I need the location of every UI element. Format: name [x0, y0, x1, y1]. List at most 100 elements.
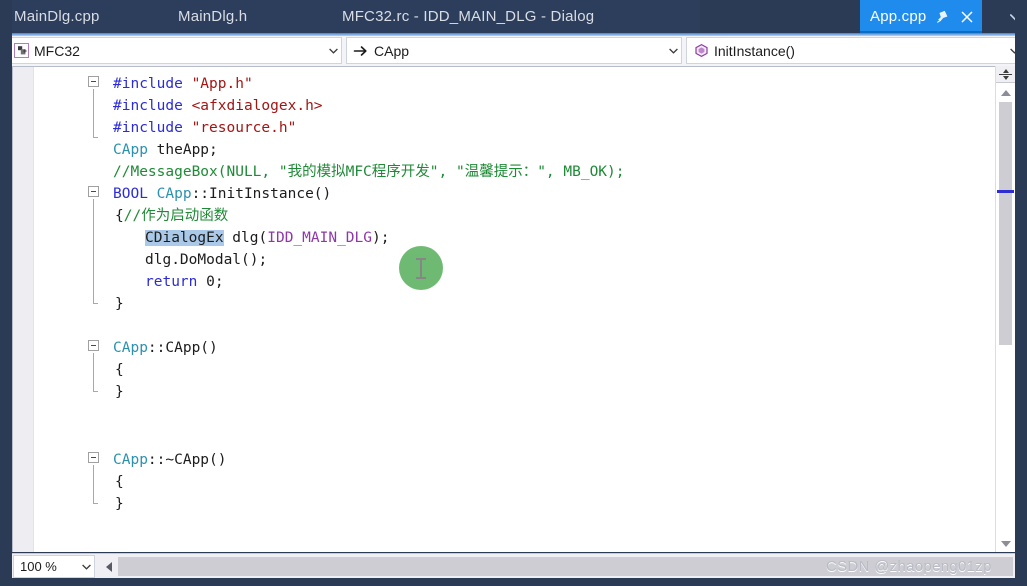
navigation-bar: MFC32 CApp InitInstance() [0, 36, 1027, 66]
project-selector-combobox[interactable]: MFC32 [6, 37, 342, 64]
code-line: CApp::CApp() [113, 337, 218, 359]
code-line: { [115, 359, 124, 381]
code-token: #include [113, 120, 192, 136]
code-token: } [115, 296, 124, 312]
tab-mfc32-rc-dialog[interactable]: MFC32.rc - IDD_MAIN_DLG - Dialog [342, 0, 594, 33]
code-line: //MessageBox(NULL, "我的模拟MFC程序开发", "温馨提示：… [113, 161, 625, 183]
code-token: "App.h" [191, 76, 253, 92]
tab-app-cpp[interactable]: App.cpp [860, 0, 983, 33]
tab-maindlg-cpp[interactable]: MainDlg.cpp [14, 0, 100, 33]
code-token: ::~CApp() [147, 452, 227, 468]
outlining-bracket-foot [93, 137, 98, 138]
zoom-level-combobox[interactable]: 100 % [13, 555, 95, 578]
code-line: } [115, 293, 124, 315]
code-token: IDD_MAIN_DLG [267, 230, 372, 246]
code-token: BOOL [113, 186, 157, 202]
code-token: return [145, 274, 198, 290]
code-token: dlg( [223, 230, 268, 246]
arrow-left-icon[interactable] [100, 557, 117, 576]
code-line: dlg.DoModal(); [145, 249, 267, 271]
project-icon [10, 43, 32, 58]
editor-tab-strip: MainDlg.cpp MainDlg.h MFC32.rc - IDD_MAI… [0, 0, 1027, 36]
code-line: #include "App.h" [113, 73, 253, 95]
code-line: {//作为启动函数 [115, 205, 228, 227]
editor-vertical-scrollbar[interactable] [995, 66, 1015, 552]
code-line: CApp::~CApp() [113, 449, 227, 471]
code-token: { [115, 208, 124, 224]
tab-maindlg-h[interactable]: MainDlg.h [178, 0, 247, 33]
outlining-bracket-foot [93, 303, 98, 304]
code-token: CApp [113, 142, 148, 158]
code-editor[interactable]: #include "App.h" #include <afxdialogex.h>… [12, 66, 1015, 552]
window-edge-bottom [0, 578, 1027, 586]
code-token: { [115, 362, 124, 378]
code-token: 0; [197, 274, 224, 290]
selected-token: CDialogEx [145, 230, 224, 246]
scroll-position-marker [997, 190, 1014, 193]
class-selector-value: CApp [374, 42, 410, 59]
watermark: CSDN @zhaopeng01zp [826, 558, 992, 575]
outlining-collapse-icon[interactable] [88, 452, 99, 463]
code-line: return 0; [145, 271, 224, 293]
code-line: } [115, 381, 124, 403]
code-line: CApp theApp; [113, 139, 218, 161]
code-token: } [115, 384, 124, 400]
code-token: //作为启动函数 [123, 208, 229, 224]
chevron-down-icon[interactable] [78, 564, 94, 570]
code-token: #include [113, 98, 192, 114]
outlining-bracket [93, 89, 94, 137]
code-token: ::InitInstance() [191, 186, 332, 202]
code-token: //MessageBox(NULL, "我的模拟MFC程序开发", "温馨提示：… [113, 164, 625, 180]
mouse-cursor-highlight [399, 246, 443, 290]
visual-studio-window: MainDlg.cpp MainDlg.h MFC32.rc - IDD_MAI… [0, 0, 1027, 586]
outlining-bracket [93, 199, 94, 303]
project-selector-value: MFC32 [34, 42, 80, 59]
code-token: CApp [156, 186, 192, 202]
code-token: "resource.h" [191, 120, 297, 136]
split-view-icon[interactable] [996, 66, 1015, 83]
outlining-collapse-icon[interactable] [88, 340, 99, 351]
method-icon [690, 43, 712, 58]
outlining-bracket-foot [93, 503, 98, 504]
text-ibeam-cursor [416, 257, 426, 279]
code-token: } [115, 496, 124, 512]
editor-indicator-margin [13, 67, 34, 552]
chevron-down-icon[interactable] [325, 48, 341, 54]
code-line: CDialogEx dlg(IDD_MAIN_DLG); [145, 227, 389, 249]
arrow-up-icon[interactable] [996, 84, 1015, 101]
code-line: #include "resource.h" [113, 117, 296, 139]
code-token: ::CApp() [147, 340, 218, 356]
window-edge-right [1015, 0, 1027, 586]
code-token: #include [113, 76, 192, 92]
chevron-down-icon[interactable] [665, 48, 681, 54]
outlining-collapse-icon[interactable] [88, 186, 99, 197]
code-text-area[interactable]: #include "App.h" #include <afxdialogex.h>… [35, 67, 994, 552]
code-token: CApp [113, 340, 148, 356]
vertical-scroll-thumb[interactable] [999, 102, 1012, 345]
tab-label: MainDlg.cpp [14, 8, 100, 25]
code-token: theApp; [147, 142, 218, 158]
code-token: { [115, 474, 124, 490]
code-line: } [115, 493, 124, 515]
tab-label: App.cpp [870, 8, 927, 25]
code-line: { [115, 471, 124, 493]
class-selector-combobox[interactable]: CApp [346, 37, 682, 64]
tab-label: MFC32.rc - IDD_MAIN_DLG - Dialog [342, 8, 595, 25]
code-line: BOOL CApp::InitInstance() [113, 183, 331, 205]
close-icon[interactable] [958, 7, 976, 27]
member-selector-combobox[interactable]: InitInstance() [686, 37, 1023, 64]
zoom-level-value: 100 % [20, 559, 57, 574]
outlining-bracket [93, 353, 94, 391]
outlining-collapse-icon[interactable] [88, 76, 99, 87]
code-token: <afxdialogex.h> [191, 98, 323, 114]
pin-icon[interactable] [933, 7, 951, 27]
code-line: #include <afxdialogex.h> [113, 95, 323, 117]
code-token: ); [372, 230, 390, 246]
code-token: dlg.DoModal(); [145, 252, 268, 268]
tab-label: MainDlg.h [178, 8, 248, 25]
arrow-down-icon[interactable] [996, 535, 1015, 552]
outlining-bracket [93, 465, 94, 503]
arrow-right-icon [350, 44, 372, 58]
code-token: CApp [113, 452, 148, 468]
window-edge-left [0, 0, 12, 586]
